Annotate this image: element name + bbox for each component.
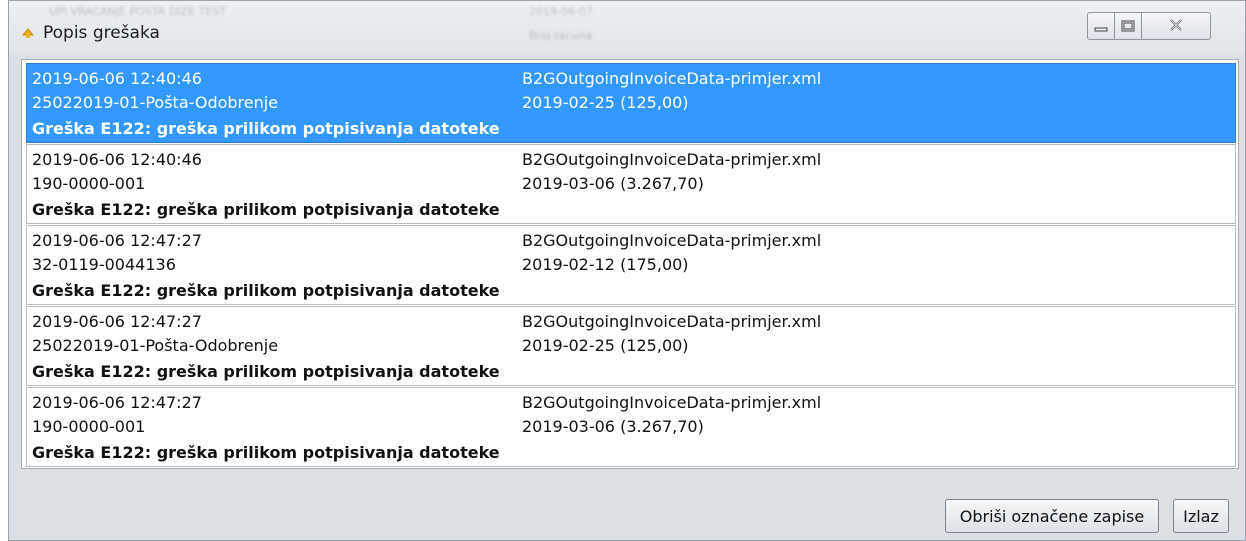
row-timestamp: 2019-06-06 12:47:27 bbox=[32, 231, 202, 250]
row-reference: 190-0000-001 bbox=[32, 417, 146, 436]
maximize-button[interactable] bbox=[1114, 12, 1142, 40]
row-reference: 190-0000-001 bbox=[32, 174, 146, 193]
window-title: Popis grešaka bbox=[43, 23, 160, 43]
title-bar[interactable]: UPI VRACANJE POSTA DIZE TEST 2019-06-07 … bbox=[9, 1, 1245, 55]
error-row-5[interactable]: 2019-06-06 12:47:27 190-0000-001 Greška … bbox=[26, 387, 1236, 467]
row-date-amount: 2019-03-06 (3.267,70) bbox=[522, 174, 704, 193]
row-error-message: Greška E122: greška prilikom potpisivanj… bbox=[32, 443, 500, 462]
row-file-name: B2GOutgoingInvoiceData-primjer.xml bbox=[522, 312, 822, 331]
row-date-amount: 2019-02-25 (125,00) bbox=[522, 93, 689, 112]
row-file-name: B2GOutgoingInvoiceData-primjer.xml bbox=[522, 69, 822, 88]
row-file-name: B2GOutgoingInvoiceData-primjer.xml bbox=[522, 150, 822, 169]
row-file-name: B2GOutgoingInvoiceData-primjer.xml bbox=[522, 231, 822, 250]
row-error-message: Greška E122: greška prilikom potpisivanj… bbox=[32, 119, 500, 138]
row-timestamp: 2019-06-06 12:40:46 bbox=[32, 69, 202, 88]
row-error-message: Greška E122: greška prilikom potpisivanj… bbox=[32, 281, 500, 300]
delete-selected-button[interactable]: Obriši označene zapise bbox=[945, 499, 1159, 533]
row-date-amount: 2019-02-25 (125,00) bbox=[522, 336, 689, 355]
row-timestamp: 2019-06-06 12:47:27 bbox=[32, 312, 202, 331]
row-reference: 25022019-01-Pošta-Odobrenje bbox=[32, 93, 279, 112]
close-button[interactable] bbox=[1141, 12, 1211, 40]
app-icon bbox=[21, 25, 35, 39]
close-icon bbox=[1168, 17, 1184, 36]
background-window-date: 2019-06-07 bbox=[529, 5, 593, 18]
error-list-window: UPI VRACANJE POSTA DIZE TEST 2019-06-07 … bbox=[8, 0, 1246, 541]
background-window-label: Broj racuna bbox=[529, 29, 593, 42]
row-file-name: B2GOutgoingInvoiceData-primjer.xml bbox=[522, 393, 822, 412]
row-error-message: Greška E122: greška prilikom potpisivanj… bbox=[32, 362, 500, 381]
background-window-text: UPI VRACANJE POSTA DIZE TEST bbox=[49, 5, 226, 18]
row-date-amount: 2019-02-12 (175,00) bbox=[522, 255, 689, 274]
minimize-icon bbox=[1094, 17, 1108, 36]
row-reference: 25022019-01-Pošta-Odobrenje bbox=[32, 336, 279, 355]
row-reference: 32-0119-0044136 bbox=[32, 255, 176, 274]
maximize-icon bbox=[1121, 17, 1135, 36]
minimize-button[interactable] bbox=[1087, 12, 1115, 40]
row-date-amount: 2019-03-06 (3.267,70) bbox=[522, 417, 704, 436]
row-timestamp: 2019-06-06 12:40:46 bbox=[32, 150, 202, 169]
error-list[interactable]: 2019-06-06 12:40:46 25022019-01-Pošta-Od… bbox=[21, 59, 1239, 469]
row-timestamp: 2019-06-06 12:47:27 bbox=[32, 393, 202, 412]
error-row-3[interactable]: 2019-06-06 12:47:27 32-0119-0044136 Greš… bbox=[26, 225, 1236, 305]
error-row-4[interactable]: 2019-06-06 12:47:27 25022019-01-Pošta-Od… bbox=[26, 306, 1236, 386]
exit-button[interactable]: Izlaz bbox=[1173, 499, 1229, 533]
row-error-message: Greška E122: greška prilikom potpisivanj… bbox=[32, 200, 500, 219]
error-row-2[interactable]: 2019-06-06 12:40:46 190-0000-001 Greška … bbox=[26, 144, 1236, 224]
error-row-1[interactable]: 2019-06-06 12:40:46 25022019-01-Pošta-Od… bbox=[26, 63, 1236, 143]
